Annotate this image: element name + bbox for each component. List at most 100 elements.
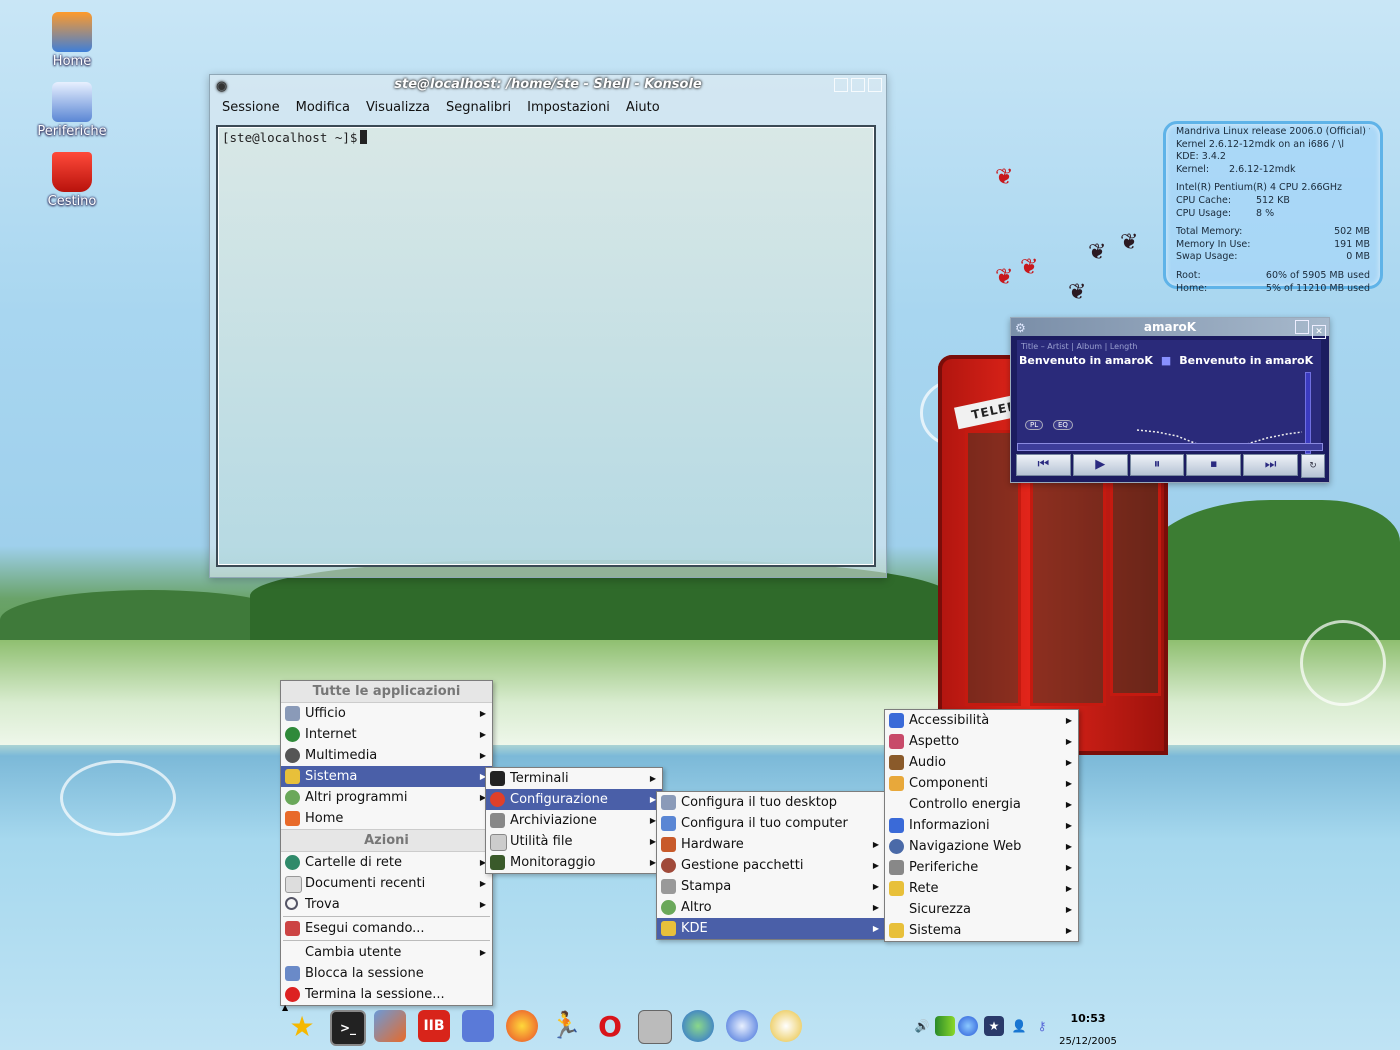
next-button[interactable]: ⏭ xyxy=(1243,454,1298,476)
kmenu-item-ufficio[interactable]: Ufficio ▶ xyxy=(281,703,492,724)
desktop-icon-home[interactable]: Home xyxy=(22,12,122,69)
kde-item-sistema[interactable]: Sistema ▶ xyxy=(885,920,1078,941)
config-item-altro[interactable]: Altro ▶ xyxy=(657,897,885,918)
submenu-sistema: Terminali ▶ Configurazione ▶ Archiviazione… xyxy=(485,767,663,874)
document-viewer-icon[interactable] xyxy=(638,1010,672,1044)
menu-impostazioni[interactable]: Impostazioni xyxy=(519,95,618,121)
monitor-icon xyxy=(490,855,505,870)
kmenu-item-internet[interactable]: Internet ▶ xyxy=(281,724,492,745)
repeat-icon[interactable]: ↻ xyxy=(1301,454,1325,478)
submenu-item-utilita-file[interactable]: Utilità file ▶ xyxy=(486,831,662,852)
sysinfo-cpu: Intel(R) Pentium(R) 4 CPU 2.66GHz xyxy=(1176,182,1370,195)
stop-button[interactable]: ⏹ xyxy=(1186,454,1242,476)
submenu-item-configurazione[interactable]: Configurazione ▶ xyxy=(486,789,662,810)
menu-aiuto[interactable]: Aiuto xyxy=(618,95,668,121)
menu-segnalibri[interactable]: Segnalibri xyxy=(438,95,519,121)
kmenu-item-cartelle-di-rete[interactable]: Cartelle di rete ▶ xyxy=(281,852,492,873)
installer-icon[interactable] xyxy=(726,1010,758,1042)
kde-item-navigazione-web[interactable]: Navigazione Web ▶ xyxy=(885,836,1078,857)
sysinfo-kernel-line: Kernel 2.6.12-12mdk on an i686 / \l xyxy=(1176,139,1370,152)
volume-slider[interactable] xyxy=(1305,372,1311,454)
menu-modifica[interactable]: Modifica xyxy=(288,95,358,121)
printer-icon xyxy=(661,879,676,894)
mediabox-icon[interactable]: IIB xyxy=(418,1010,450,1042)
kde-item-label: Aspetto xyxy=(909,734,960,749)
minimize-button[interactable] xyxy=(834,78,848,92)
menu-visualizza[interactable]: Visualizza xyxy=(358,95,438,121)
konsole-window[interactable]: ◉ ste@localhost: /home/ste - Shell - Kon… xyxy=(209,74,887,578)
kde-item-aspetto[interactable]: Aspetto ▶ xyxy=(885,731,1078,752)
volume-icon[interactable]: 🔊 xyxy=(912,1016,932,1036)
gear-icon[interactable]: ⚙ xyxy=(1015,319,1026,337)
desktop-icon-periferiche[interactable]: Periferiche xyxy=(22,82,122,139)
desktop-icon-cestino[interactable]: Cestino xyxy=(22,152,122,209)
equalizer-button[interactable]: EQ xyxy=(1053,420,1073,430)
close-button[interactable]: ✕ xyxy=(1312,325,1326,339)
kmenu-item-label: Home xyxy=(305,811,344,826)
globe-launcher-icon[interactable] xyxy=(682,1010,714,1042)
config-item-desktop[interactable]: Configura il tuo desktop xyxy=(657,792,885,813)
close-button[interactable] xyxy=(868,78,882,92)
kde-item-informazioni[interactable]: Informazioni ▶ xyxy=(885,815,1078,836)
seek-bar[interactable] xyxy=(1017,443,1323,451)
sysinfo-label: Total Memory: xyxy=(1176,226,1243,238)
kmenu-item-cambia-utente[interactable]: Cambia utente ▶ xyxy=(281,942,492,963)
kmenu-item-multimedia[interactable]: Multimedia ▶ xyxy=(281,745,492,766)
kmenu-item-trova[interactable]: Trova ▶ xyxy=(281,894,492,915)
playlist-button[interactable]: PL xyxy=(1025,420,1044,430)
key-icon[interactable]: ⚷ xyxy=(1032,1016,1052,1036)
kmenu-item-home[interactable]: Home xyxy=(281,808,492,829)
shell-prompt: [ste@localhost ~]$ xyxy=(222,130,358,145)
sysinfo-kernel: Kernel: 2.6.12-12mdk xyxy=(1176,164,1370,177)
play-button[interactable]: ▶ xyxy=(1072,454,1128,476)
kde-item-componenti[interactable]: Componenti ▶ xyxy=(885,773,1078,794)
cd-burner-icon[interactable] xyxy=(770,1010,802,1042)
chat-icon[interactable] xyxy=(506,1010,538,1042)
kmenu-item-label: Sistema xyxy=(305,769,358,784)
minimize-button[interactable] xyxy=(1295,320,1309,334)
signal-icon[interactable] xyxy=(935,1016,955,1036)
amarok-titlebar[interactable]: ⚙ amaroK ✕ xyxy=(1011,318,1329,339)
kmenu-star-icon[interactable]: ★ xyxy=(286,1010,318,1043)
kde-item-rete[interactable]: Rete ▶ xyxy=(885,878,1078,899)
menu-sessione[interactable]: Sessione xyxy=(214,95,288,121)
kde-item-controllo-energia[interactable]: Controllo energia ▶ xyxy=(885,794,1078,815)
kmenu-item-blocca-sessione[interactable]: Blocca la sessione xyxy=(281,963,492,984)
kmenu-item-altri-programmi[interactable]: Altri programmi ▶ xyxy=(281,787,492,808)
kmenu-item-termina-sessione[interactable]: Termina la sessione... xyxy=(281,984,492,1005)
kde-item-sicurezza[interactable]: Sicurezza ▶ xyxy=(885,899,1078,920)
opera-icon[interactable]: O xyxy=(594,1010,626,1043)
kmenu-item-label: Cartelle di rete xyxy=(305,855,402,870)
config-item-hardware[interactable]: Hardware ▶ xyxy=(657,834,885,855)
chevron-right-icon: ▶ xyxy=(1065,716,1072,725)
aim-runner-icon[interactable]: 🏃 xyxy=(550,1010,582,1042)
submenu-item-monitoraggio[interactable]: Monitoraggio ▶ xyxy=(486,852,662,873)
user-icon[interactable]: 👤 xyxy=(1009,1016,1029,1036)
clock-time[interactable]: 10:53 xyxy=(1060,1012,1116,1025)
network-status-icon[interactable] xyxy=(958,1016,978,1036)
kmenu-item-sistema[interactable]: Sistema ▶ xyxy=(281,766,492,787)
update-icon[interactable]: ★ xyxy=(984,1016,1004,1036)
kde-item-audio[interactable]: Audio ▶ xyxy=(885,752,1078,773)
amarok-player-window[interactable]: ⚙ amaroK ✕ Title – Artist | Album | Leng… xyxy=(1010,317,1330,483)
config-item-pacchetti[interactable]: Gestione pacchetti ▶ xyxy=(657,855,885,876)
submenu-item-terminali[interactable]: Terminali ▶ xyxy=(486,768,662,789)
kde-item-accessibilita[interactable]: Accessibilità ▶ xyxy=(885,710,1078,731)
image-viewer-icon[interactable] xyxy=(374,1010,406,1042)
maximize-button[interactable] xyxy=(851,78,865,92)
terminal-area[interactable]: [ste@localhost ~]$ xyxy=(216,125,876,567)
submenu-item-archiviazione[interactable]: Archiviazione ▶ xyxy=(486,810,662,831)
previous-button[interactable]: ⏮ xyxy=(1016,454,1071,476)
kde-item-periferiche[interactable]: Periferiche ▶ xyxy=(885,857,1078,878)
config-item-kde[interactable]: KDE ▶ xyxy=(657,918,885,939)
pause-button[interactable]: ⏸ xyxy=(1129,454,1185,476)
konsole-titlebar[interactable]: ◉ ste@localhost: /home/ste - Shell - Kon… xyxy=(210,75,886,95)
kmenu-item-documenti-recenti[interactable]: Documenti recenti ▶ xyxy=(281,873,492,894)
kmenu-item-esegui-comando[interactable]: Esegui comando... xyxy=(281,918,492,939)
config-item-computer[interactable]: Configura il tuo computer xyxy=(657,813,885,834)
config-item-stampa[interactable]: Stampa ▶ xyxy=(657,876,885,897)
window-menu-icon[interactable]: ◉ xyxy=(216,77,227,97)
terminal-launcher-icon[interactable]: >_ xyxy=(330,1010,366,1046)
sysinfo-value: Intel(R) Pentium(R) 4 CPU 2.66GHz xyxy=(1176,182,1343,194)
network-launcher-icon[interactable] xyxy=(462,1010,494,1042)
